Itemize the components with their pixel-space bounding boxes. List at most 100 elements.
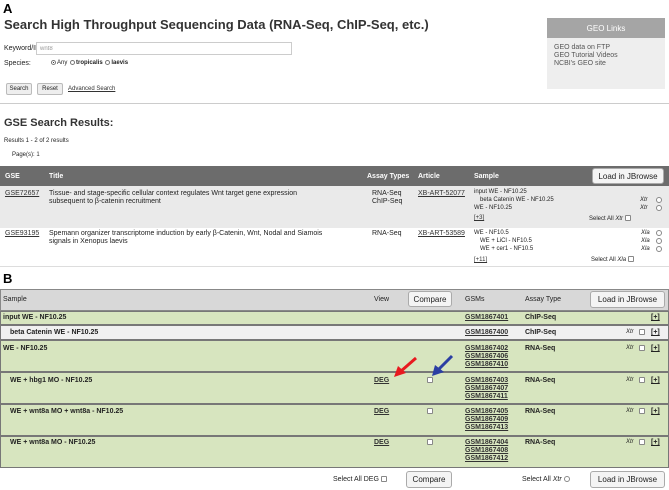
divider	[0, 266, 669, 267]
expand-link[interactable]: [+]	[651, 408, 660, 416]
assay-type: RNA-Seq	[525, 439, 556, 446]
table-row	[0, 436, 669, 468]
article-link[interactable]: XB-ART-53589	[418, 230, 465, 238]
search-button[interactable]: Search	[6, 83, 32, 95]
deg-link[interactable]: DEG	[374, 439, 389, 447]
assay-type: ChIP-Seq	[372, 198, 403, 205]
select-all-checkbox[interactable]	[627, 256, 634, 263]
sample-checkbox[interactable]	[656, 238, 662, 244]
compare-checkbox[interactable]	[427, 439, 433, 445]
assay-type: RNA-Seq	[372, 230, 402, 237]
sample-name: input WE - NF10.25	[474, 189, 527, 195]
results-table-header	[0, 166, 669, 186]
gsm-link[interactable]: GSM1867408	[465, 447, 508, 455]
gsm-link[interactable]: GSM1867410	[465, 361, 508, 369]
select-all-label: Select All	[591, 257, 616, 263]
gsm-link[interactable]: GSM1867411	[465, 393, 508, 401]
species-radio-tropicalis[interactable]	[70, 60, 76, 65]
load-jbrowse-button-top[interactable]: Load in JBrowse	[592, 168, 664, 184]
gsm-link[interactable]: GSM1867404	[465, 439, 508, 447]
expand-link[interactable]: [+]	[651, 314, 660, 322]
sample-name: WE + wnt8a MO - NF10.25	[10, 439, 96, 446]
gsm-link[interactable]: GSM1867403	[465, 377, 508, 385]
article-link[interactable]: XB-ART-52077	[418, 190, 465, 198]
compare-button[interactable]: Compare	[406, 471, 452, 488]
select-all-species: Xla	[617, 257, 627, 263]
keyword-input[interactable]	[36, 42, 292, 55]
load-jbrowse-button-bottom[interactable]: Load in JBrowse	[590, 471, 665, 488]
load-jbrowse-button[interactable]: Load in JBrowse	[590, 291, 665, 308]
geo-link-ftp[interactable]: GEO data on FTP	[554, 44, 610, 52]
gsm-link[interactable]: GSM1867412	[465, 455, 508, 463]
gsm-link[interactable]: GSM1867407	[465, 385, 508, 393]
species-tag: Xla	[641, 246, 650, 252]
sample-name: WE - NF10.5	[474, 230, 509, 236]
sample-name: WE + cer1 - NF10.5	[480, 246, 534, 252]
table-row	[0, 340, 669, 372]
compare-button-top[interactable]: Compare	[408, 291, 452, 307]
sample-checkbox[interactable]	[656, 230, 662, 236]
expand-link[interactable]: [+]	[651, 345, 660, 353]
sample-name: WE - NF10.25	[3, 345, 48, 352]
expand-link[interactable]: [+]	[651, 377, 660, 385]
gsm-link[interactable]: GSM1867406	[465, 353, 508, 361]
gsm-link[interactable]: GSM1867401	[465, 314, 508, 322]
expand-link[interactable]: [+]	[651, 329, 660, 337]
compare-checkbox[interactable]	[427, 408, 433, 414]
col-title: Title	[49, 173, 64, 181]
more-samples-link[interactable]: [+3]	[474, 214, 484, 222]
select-all-deg-checkbox[interactable]	[380, 476, 387, 483]
select-all-deg-label: Select All DEG	[333, 476, 379, 483]
gse-link[interactable]: GSE93195	[5, 230, 39, 238]
sample-checkbox[interactable]	[639, 439, 645, 445]
col-assay-type: Assay Type	[525, 296, 562, 303]
sample-checkbox[interactable]	[639, 329, 645, 335]
sample-name: beta Catenin WE - NF10.25	[480, 197, 554, 203]
gsm-link[interactable]: GSM1867400	[465, 329, 508, 337]
advanced-search-link[interactable]: Advanced Search	[68, 86, 115, 92]
sample-name: WE + LiCl - NF10.5	[480, 238, 532, 244]
select-all-checkbox[interactable]	[563, 476, 570, 483]
geo-link-ncbi[interactable]: NCBI's GEO site	[554, 60, 606, 68]
species-option-laevis: laevis	[111, 60, 129, 67]
detail-table-header	[0, 289, 669, 311]
species-tag: Xtr	[640, 205, 648, 211]
select-all-checkbox[interactable]	[624, 215, 631, 222]
gsm-link[interactable]: GSM1867413	[465, 424, 508, 432]
sample-checkbox[interactable]	[656, 197, 662, 203]
geo-link-videos[interactable]: GEO Tutorial Videos	[554, 52, 618, 60]
sample-checkbox[interactable]	[639, 377, 645, 383]
col-article: Article	[418, 173, 440, 181]
gse-link[interactable]: GSE72657	[5, 190, 39, 198]
sample-checkbox[interactable]	[656, 246, 662, 252]
species-tag: Xtr	[626, 329, 634, 335]
sample-checkbox[interactable]	[656, 205, 662, 211]
col-gse: GSE	[5, 173, 20, 181]
gsm-link[interactable]: GSM1867409	[465, 416, 508, 424]
pages-label: Page(s):	[12, 152, 35, 158]
sample-name: WE + hbg1 MO - NF10.25	[10, 377, 93, 384]
species-tag: Xtr	[626, 377, 634, 383]
deg-link[interactable]: DEG	[374, 408, 389, 416]
species-radio-laevis[interactable]	[105, 60, 111, 65]
expand-link[interactable]: [+]	[651, 439, 660, 447]
col-sample: Sample	[3, 296, 27, 303]
red-arrow-icon	[394, 356, 417, 377]
gsm-link[interactable]: GSM1867402	[465, 345, 508, 353]
species-tag: Xtr	[626, 345, 634, 351]
species-radio-any[interactable]	[51, 60, 56, 65]
row-title-line2: signals in Xenopus laevis	[49, 238, 128, 245]
gsm-link[interactable]: GSM1867405	[465, 408, 508, 416]
search-title: Search High Throughput Sequencing Data (…	[4, 17, 429, 32]
select-all-row1: Select All Xtr	[589, 215, 631, 223]
col-view: View	[374, 296, 390, 303]
sample-checkbox[interactable]	[639, 408, 645, 414]
reset-button[interactable]: Reset	[37, 83, 63, 95]
select-all-label: Select All	[522, 476, 551, 483]
sample-checkbox[interactable]	[639, 345, 645, 351]
row-title-line1: Tissue- and stage-specific cellular cont…	[49, 190, 297, 197]
page-link-1[interactable]: 1	[36, 152, 39, 158]
more-samples-link[interactable]: [+11]	[474, 256, 487, 264]
deg-link[interactable]: DEG	[374, 377, 389, 385]
assay-type: ChIP-Seq	[525, 314, 557, 321]
